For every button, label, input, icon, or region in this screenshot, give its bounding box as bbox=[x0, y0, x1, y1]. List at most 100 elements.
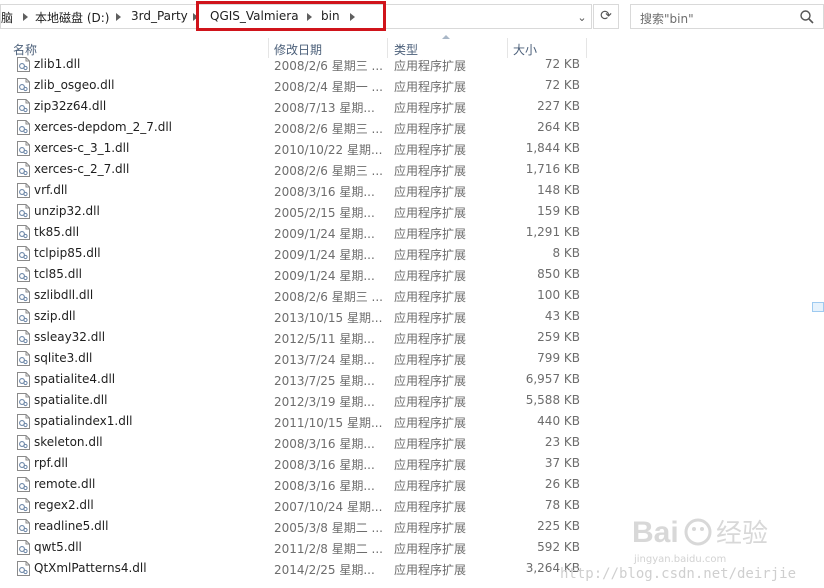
file-row[interactable]: unzip32.dll 2005/2/15 星期... 应用程序扩展 159 KB bbox=[0, 201, 600, 222]
file-name[interactable]: spatialite4.dll bbox=[34, 372, 115, 386]
file-row[interactable]: zlib1.dll 2008/2/6 星期三 ... 应用程序扩展 72 KB bbox=[0, 55, 600, 75]
file-name[interactable]: xerces-c_3_1.dll bbox=[34, 141, 129, 155]
file-name[interactable]: tclpip85.dll bbox=[34, 246, 101, 260]
address-dropdown-icon[interactable]: ⌄ bbox=[573, 10, 591, 26]
file-row[interactable]: xerces-c_2_7.dll 2008/2/6 星期三 ... 应用程序扩展 1,… bbox=[0, 159, 600, 180]
file-list: zlib1.dll 2008/2/6 星期三 ... 应用程序扩展 72 KB zlib… bbox=[0, 55, 600, 588]
watermark-blog-url: http://blog.csdn.net/deirjie bbox=[560, 566, 797, 582]
file-row[interactable]: readline5.dll 2005/3/8 星期二 ... 应用程序扩展 225 K… bbox=[0, 516, 600, 537]
file-name[interactable]: readline5.dll bbox=[34, 519, 108, 533]
breadcrumb-separator-icon[interactable] bbox=[23, 13, 28, 21]
dll-file-icon bbox=[17, 330, 30, 345]
file-modified-date: 2008/7/13 星期... bbox=[274, 101, 375, 115]
highlight-annotation-box bbox=[196, 1, 386, 31]
file-name[interactable]: vrf.dll bbox=[34, 183, 68, 197]
file-size: 26 KB bbox=[544, 477, 580, 491]
search-icon[interactable] bbox=[799, 9, 815, 25]
file-type: 应用程序扩展 bbox=[394, 227, 467, 241]
file-row[interactable]: ssleay32.dll 2012/5/11 星期... 应用程序扩展 259 KB bbox=[0, 327, 600, 348]
file-row[interactable]: xerces-depdom_2_7.dll 2008/2/6 星期三 ... 应用程… bbox=[0, 117, 600, 138]
file-modified-date: 2008/2/6 星期三 ... bbox=[274, 290, 383, 304]
file-row[interactable]: rpf.dll 2008/3/16 星期... 应用程序扩展 37 KB bbox=[0, 453, 600, 474]
file-type: 应用程序扩展 bbox=[394, 101, 467, 115]
dll-file-icon bbox=[17, 162, 30, 177]
file-size: 259 KB bbox=[537, 330, 580, 344]
file-row[interactable]: szip.dll 2013/10/15 星期... 应用程序扩展 43 KB bbox=[0, 306, 600, 327]
file-name[interactable]: zlib1.dll bbox=[34, 57, 80, 71]
file-row[interactable]: zlib_osgeo.dll 2008/2/4 星期一 ... 应用程序扩展 72 K… bbox=[0, 75, 600, 96]
file-row[interactable]: remote.dll 2008/3/16 星期... 应用程序扩展 26 KB bbox=[0, 474, 600, 495]
file-modified-date: 2014/2/25 星期... bbox=[274, 563, 375, 577]
baidu-jingyan-watermark-logo: Bai 经验 bbox=[632, 516, 768, 549]
file-name[interactable]: regex2.dll bbox=[34, 498, 94, 512]
file-row[interactable]: spatialite4.dll 2013/7/25 星期... 应用程序扩展 6,95… bbox=[0, 369, 600, 390]
file-name[interactable]: unzip32.dll bbox=[34, 204, 100, 218]
file-name[interactable]: szlibdll.dll bbox=[34, 288, 93, 302]
dll-file-icon bbox=[17, 141, 30, 156]
file-row[interactable]: tcl85.dll 2009/1/24 星期... 应用程序扩展 850 KB bbox=[0, 264, 600, 285]
file-row[interactable]: spatialite.dll 2012/3/19 星期... 应用程序扩展 5,588… bbox=[0, 390, 600, 411]
dll-file-icon bbox=[17, 204, 30, 219]
file-name[interactable]: remote.dll bbox=[34, 477, 95, 491]
file-name[interactable]: xerces-depdom_2_7.dll bbox=[34, 120, 172, 134]
file-modified-date: 2013/7/24 星期... bbox=[274, 353, 375, 367]
file-row[interactable]: zip32z64.dll 2008/7/13 星期... 应用程序扩展 227 KB bbox=[0, 96, 600, 117]
breadcrumb-drive[interactable]: 本地磁盘 (D:) bbox=[35, 9, 109, 26]
file-name[interactable]: QtXmlPatterns4.dll bbox=[34, 561, 147, 575]
file-size: 264 KB bbox=[537, 120, 580, 134]
file-size: 159 KB bbox=[537, 204, 580, 218]
search-placeholder[interactable]: 搜索"bin" bbox=[640, 10, 694, 27]
file-modified-date: 2009/1/24 星期... bbox=[274, 269, 375, 283]
file-name[interactable]: ssleay32.dll bbox=[34, 330, 105, 344]
file-type: 应用程序扩展 bbox=[394, 563, 467, 577]
file-row[interactable]: regex2.dll 2007/10/24 星期... 应用程序扩展 78 KB bbox=[0, 495, 600, 516]
file-name[interactable]: szip.dll bbox=[34, 309, 76, 323]
dll-file-icon bbox=[17, 246, 30, 261]
file-type: 应用程序扩展 bbox=[394, 206, 467, 220]
file-modified-date: 2008/2/6 星期三 ... bbox=[274, 59, 383, 73]
file-type: 应用程序扩展 bbox=[394, 59, 467, 73]
watermark-url: jingyan.baidu.com bbox=[634, 554, 727, 565]
file-size: 1,844 KB bbox=[525, 141, 580, 155]
file-size: 8 KB bbox=[552, 246, 580, 260]
file-size: 43 KB bbox=[544, 309, 580, 323]
file-name[interactable]: spatialite.dll bbox=[34, 393, 107, 407]
file-row[interactable]: sqlite3.dll 2013/7/24 星期... 应用程序扩展 799 KB bbox=[0, 348, 600, 369]
file-row[interactable]: vrf.dll 2008/3/16 星期... 应用程序扩展 148 KB bbox=[0, 180, 600, 201]
search-box[interactable]: 搜索"bin" bbox=[630, 4, 824, 29]
file-name[interactable]: xerces-c_2_7.dll bbox=[34, 162, 129, 176]
file-modified-date: 2013/10/15 星期... bbox=[274, 311, 383, 325]
file-name[interactable]: tk85.dll bbox=[34, 225, 79, 239]
dll-file-icon bbox=[17, 99, 30, 114]
file-size: 1,291 KB bbox=[525, 225, 580, 239]
breadcrumb-prev[interactable]: 脑 bbox=[1, 9, 13, 26]
file-name[interactable]: zlib_osgeo.dll bbox=[34, 78, 114, 92]
file-modified-date: 2008/2/6 星期三 ... bbox=[274, 164, 383, 178]
breadcrumb-3rd-party[interactable]: 3rd_Party bbox=[131, 9, 188, 23]
file-name[interactable]: tcl85.dll bbox=[34, 267, 82, 281]
file-row[interactable]: szlibdll.dll 2008/2/6 星期三 ... 应用程序扩展 100 KB bbox=[0, 285, 600, 306]
dll-file-icon bbox=[17, 456, 30, 471]
file-name[interactable]: zip32z64.dll bbox=[34, 99, 106, 113]
file-row[interactable]: spatialindex1.dll 2011/10/15 星期... 应用程序扩展 4… bbox=[0, 411, 600, 432]
breadcrumb-separator-icon[interactable] bbox=[116, 13, 121, 21]
file-row[interactable]: xerces-c_3_1.dll 2010/10/22 星期... 应用程序扩展 1,… bbox=[0, 138, 600, 159]
sort-indicator-icon bbox=[442, 35, 450, 39]
refresh-icon[interactable]: ⟳ bbox=[593, 4, 619, 29]
file-name[interactable]: rpf.dll bbox=[34, 456, 68, 470]
file-size: 6,957 KB bbox=[525, 372, 580, 386]
file-row[interactable]: QtXmlPatterns4.dll 2014/2/25 星期... 应用程序扩展 3… bbox=[0, 558, 600, 579]
file-row[interactable]: qwt5.dll 2011/2/8 星期二 ... 应用程序扩展 592 KB bbox=[0, 537, 600, 558]
file-type: 应用程序扩展 bbox=[394, 122, 467, 136]
dll-file-icon bbox=[17, 183, 30, 198]
file-name[interactable]: sqlite3.dll bbox=[34, 351, 92, 365]
file-type: 应用程序扩展 bbox=[394, 248, 467, 262]
file-row[interactable]: skeleton.dll 2008/3/16 星期... 应用程序扩展 23 KB bbox=[0, 432, 600, 453]
dll-file-icon bbox=[17, 372, 30, 387]
file-name[interactable]: skeleton.dll bbox=[34, 435, 103, 449]
file-name[interactable]: qwt5.dll bbox=[34, 540, 82, 554]
file-row[interactable]: tclpip85.dll 2009/1/24 星期... 应用程序扩展 8 KB bbox=[0, 243, 600, 264]
dll-file-icon bbox=[17, 561, 30, 576]
file-row[interactable]: tk85.dll 2009/1/24 星期... 应用程序扩展 1,291 KB bbox=[0, 222, 600, 243]
file-name[interactable]: spatialindex1.dll bbox=[34, 414, 133, 428]
